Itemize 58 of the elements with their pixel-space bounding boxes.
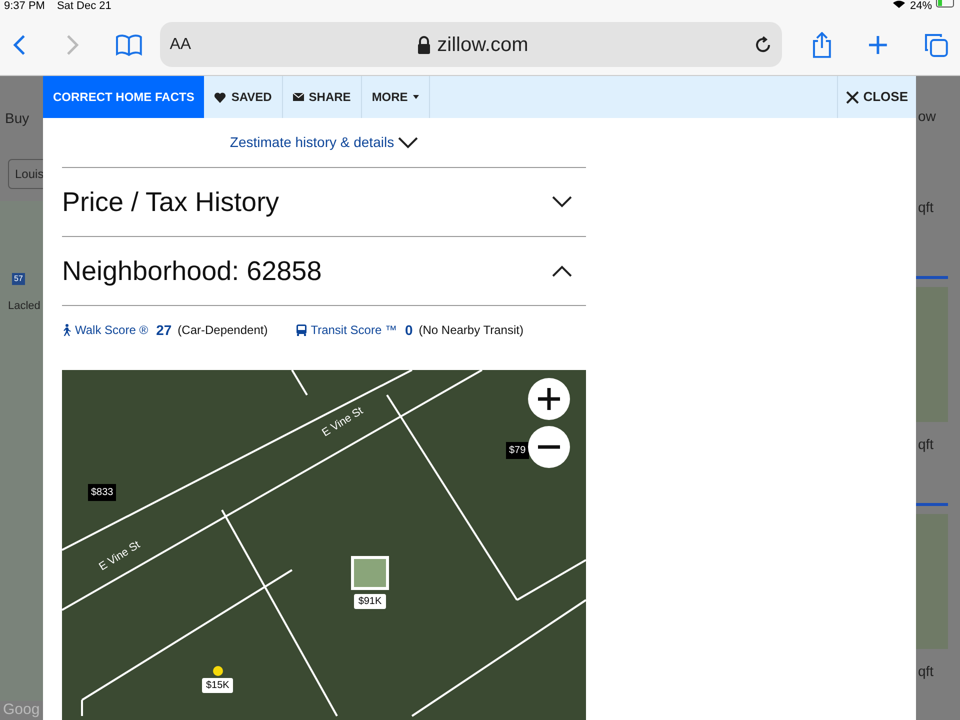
listing-area: qft: [916, 197, 960, 218]
listing-area: qft: [916, 661, 960, 682]
plus-icon: [537, 387, 561, 411]
satellite-map[interactable]: E Vine St E Vine St $833 $79 $91K $15K: [62, 370, 586, 720]
close-button[interactable]: CLOSE: [837, 76, 916, 118]
text-size-button[interactable]: AA: [170, 32, 192, 56]
chevron-down-icon: [552, 196, 572, 208]
zestimate-link[interactable]: Zestimate history & details: [230, 132, 418, 153]
score-note: (Car-Dependent): [178, 322, 268, 339]
bus-icon: [296, 324, 307, 336]
zoom-out-button[interactable]: [528, 426, 570, 468]
listing-area: qft: [916, 434, 960, 455]
map-place-label: Lacled: [8, 299, 40, 314]
walking-person-icon: [62, 324, 71, 336]
heart-icon: [214, 92, 226, 102]
correct-facts-button[interactable]: CORRECT HOME FACTS: [43, 76, 204, 118]
house-thumbnail[interactable]: [351, 556, 389, 590]
accordion-header[interactable]: Price / Tax History: [62, 168, 586, 237]
price-tag[interactable]: $833: [88, 484, 116, 501]
saved-button[interactable]: SAVED: [204, 76, 283, 118]
close-icon: [846, 90, 860, 104]
score-value: 27: [156, 320, 172, 340]
zoom-in-button[interactable]: [528, 378, 570, 420]
chevron-down-icon: [398, 136, 418, 148]
highway-shield: 57: [12, 273, 25, 285]
nav-link[interactable]: ow: [916, 76, 960, 127]
score-value: 0: [404, 320, 413, 340]
map-logo: Goog: [3, 700, 40, 720]
share-icon[interactable]: [812, 32, 832, 58]
battery-percent: 24%: [910, 0, 932, 13]
more-button[interactable]: MORE: [362, 76, 430, 118]
envelope-icon: [292, 93, 304, 101]
nav-link[interactable]: Buy: [0, 76, 43, 129]
score-note: (No Nearby Transit): [418, 322, 524, 339]
chevron-up-icon: [552, 265, 572, 277]
street-label: E Vine St: [319, 404, 366, 442]
caret-icon: [412, 95, 419, 99]
minus-icon: [537, 445, 561, 449]
address-text: zillow.com: [437, 32, 528, 58]
lock-icon: [417, 36, 432, 54]
battery-icon: [936, 0, 956, 8]
price-tag[interactable]: $79: [506, 442, 529, 459]
tabs-icon[interactable]: [924, 32, 948, 56]
price-tag[interactable]: $91K: [354, 594, 386, 609]
price-tag[interactable]: $15K: [202, 678, 234, 693]
plus-icon[interactable]: [868, 34, 888, 54]
reload-icon[interactable]: [754, 36, 772, 54]
status-date: Sat Dec 21: [56, 0, 112, 13]
address-bar[interactable]: AA zillow.com: [160, 22, 782, 67]
street-label: E Vine St: [96, 538, 144, 576]
book-icon[interactable]: [116, 34, 142, 56]
back-icon[interactable]: [12, 34, 26, 56]
share-button[interactable]: SHARE: [282, 76, 362, 118]
wifi-icon: [892, 0, 906, 8]
status-time: 9:37 PM: [4, 0, 45, 13]
transit-score-link[interactable]: Transit Score ™: [296, 321, 397, 339]
walk-score-link[interactable]: Walk Score ®: [62, 321, 148, 339]
accordion-header[interactable]: Neighborhood: 62858: [62, 237, 586, 306]
